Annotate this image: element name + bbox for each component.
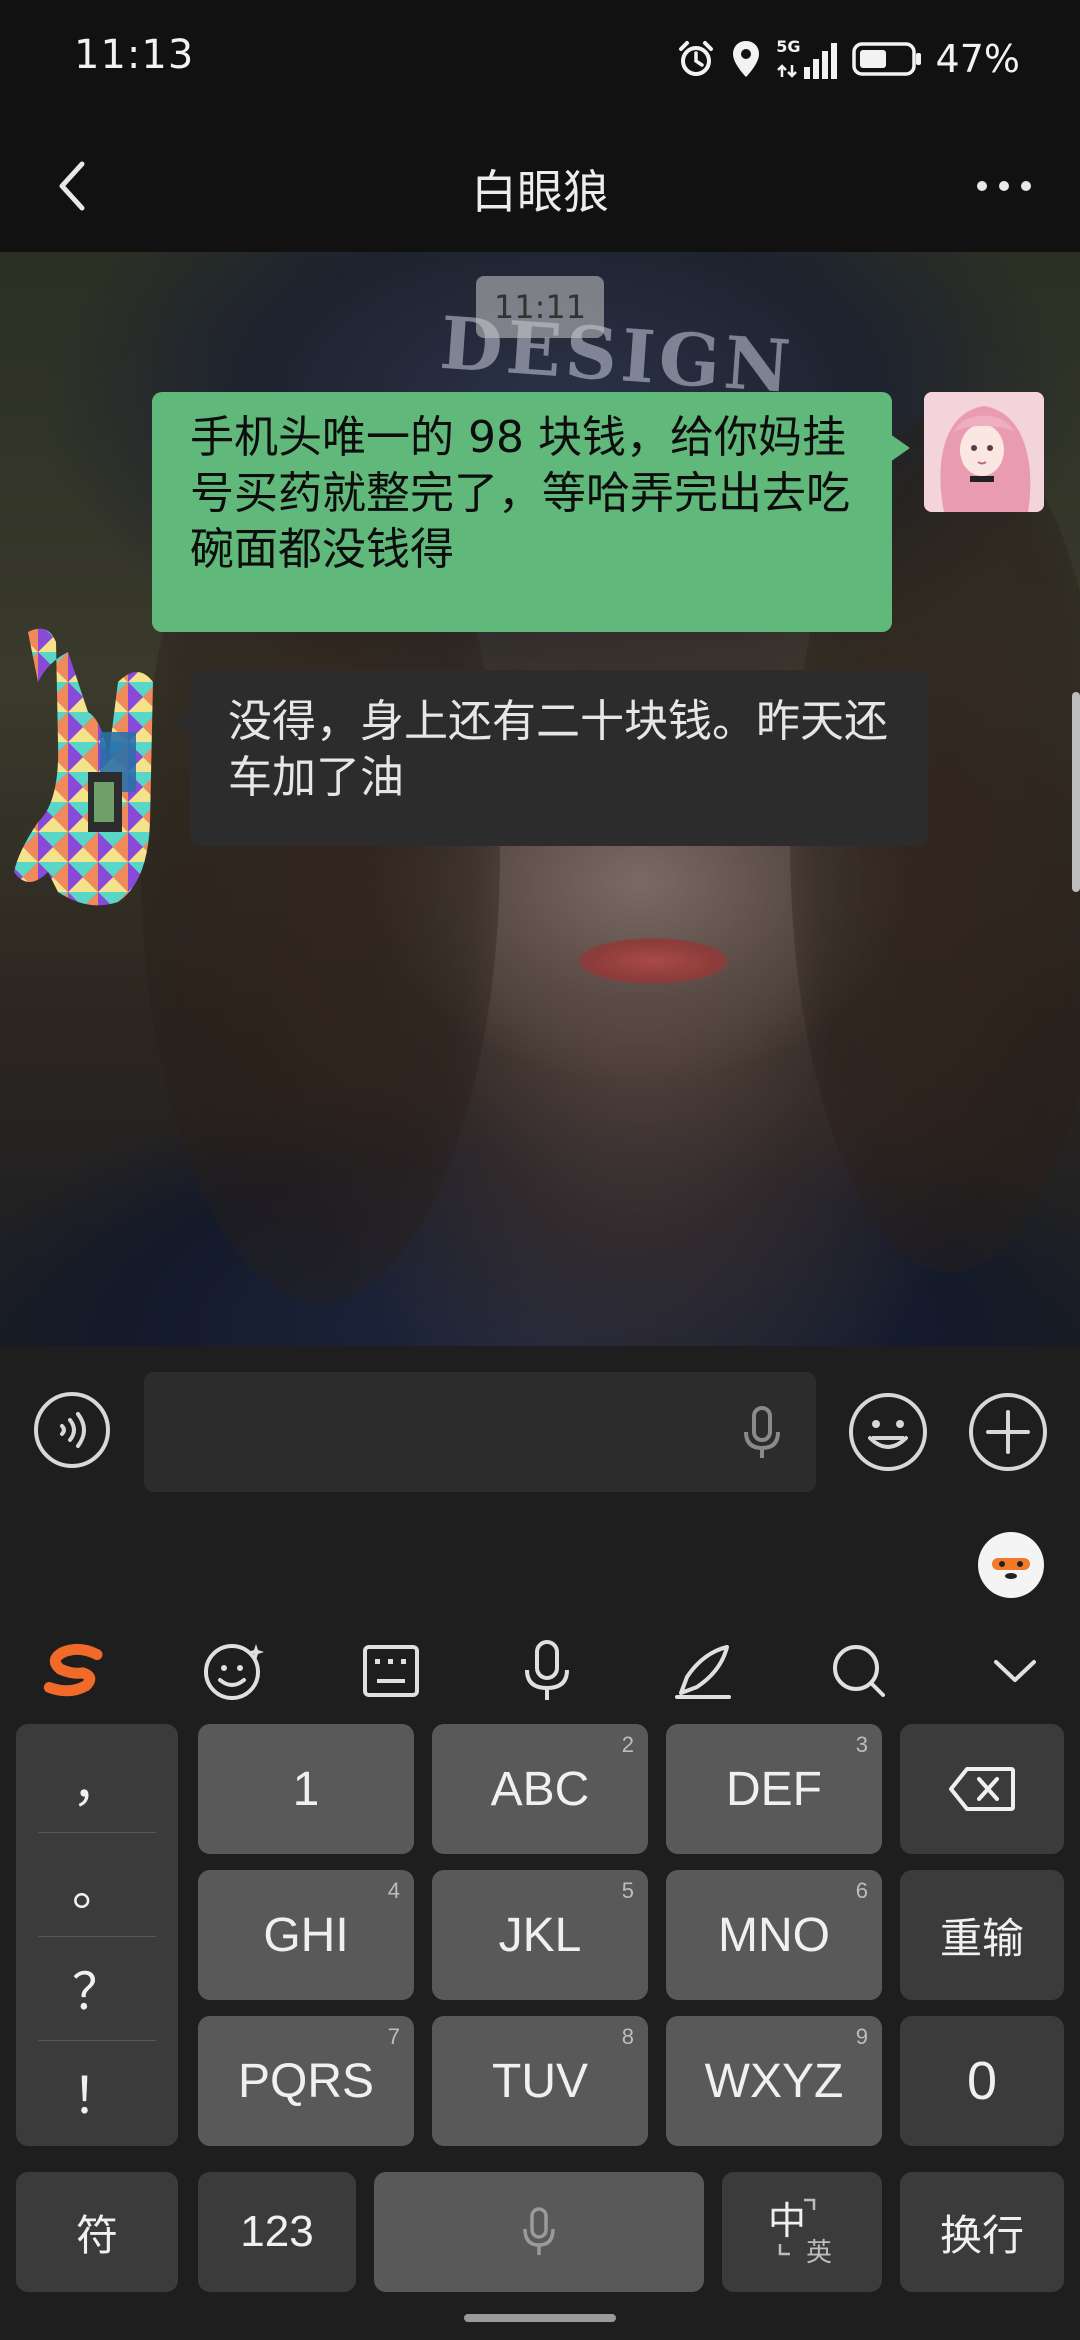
status-icons: 5G 47% (676, 34, 1020, 84)
key-label: DEF (726, 1762, 822, 1816)
chat-scrollbar[interactable] (1072, 692, 1080, 892)
key-digit-hint: 8 (621, 2024, 634, 2049)
symbol-key[interactable]: 符 (16, 2172, 178, 2292)
more-dots-icon (977, 181, 1031, 191)
key-label: 1 (292, 1762, 320, 1816)
key-jkl[interactable]: JKL 5 (432, 1870, 648, 2000)
key-label: WXYZ (704, 2054, 844, 2108)
numbers-key[interactable]: 123 (198, 2172, 356, 2292)
key-label: 0 (966, 2051, 998, 2111)
switch-corner-icon (778, 2198, 816, 2256)
key-digit-hint: 2 (621, 1732, 634, 1757)
space-key[interactable] (374, 2172, 704, 2292)
alarm-icon (679, 41, 714, 76)
key-label: GHI (263, 1908, 349, 1962)
wallpaper-lips (578, 938, 728, 984)
microphone-icon[interactable] (738, 1406, 786, 1462)
key-digit-hint: 5 (621, 1878, 634, 1903)
pen-icon (675, 1645, 731, 1699)
key-label: 重输 (939, 1914, 1024, 1962)
signal-indicator: 5G (776, 39, 837, 79)
message-input[interactable] (144, 1372, 816, 1492)
key-digit-hint: 9 (855, 2024, 868, 2049)
signal-bars-icon (803, 43, 837, 79)
punct-question-key[interactable]: ？ (38, 1936, 156, 2040)
punctuation-column: ， 。 ？ ！ (16, 1724, 178, 2146)
keyboard-mascot[interactable] (978, 1532, 1044, 1598)
key-label: ABC (490, 1762, 590, 1816)
punct-period-key[interactable]: 。 (38, 1832, 156, 1936)
search-button[interactable] (826, 1638, 892, 1704)
key-label: PQRS (237, 2054, 375, 2108)
key-pqrs[interactable]: PQRS 7 (198, 2016, 414, 2146)
battery-percent: 47% (935, 37, 1020, 81)
brand-logo-button[interactable] (42, 1638, 108, 1704)
key-abc[interactable]: ABC 2 (432, 1724, 648, 1854)
key-mno[interactable]: MNO 6 (666, 1870, 882, 2000)
home-indicator[interactable] (464, 2314, 616, 2322)
key-digit-hint: 3 (855, 1732, 868, 1757)
backspace-icon (949, 1767, 1015, 1811)
collapse-keyboard-button[interactable] (982, 1638, 1048, 1704)
plus-icon[interactable] (966, 1390, 1050, 1474)
keyboard: ， 。 ？ ！ 1 ABC 2 DEF 3 GHI 4 JKL 5 MNO 6 … (0, 1518, 1080, 2340)
colorful-pattern-avatar-image (14, 628, 153, 906)
anime-avatar-image (924, 392, 1044, 512)
key-label: 换行 (939, 2211, 1024, 2259)
key-label: JKL (498, 1908, 582, 1962)
status-time: 11:13 (74, 32, 195, 78)
keyboard-switch-button[interactable] (358, 1638, 424, 1704)
voice-input-toggle-icon[interactable] (32, 1390, 112, 1470)
key-digit-hint: 6 (855, 1878, 868, 1903)
chat-area[interactable]: DESIGN 11:11 手机头唯一的 98 块钱，给你妈挂号买药就整完了，等哈… (0, 252, 1080, 1346)
key-label: TUV (492, 2054, 588, 2108)
key-wxyz[interactable]: WXYZ 9 (666, 2016, 882, 2146)
reinput-key[interactable]: 重输 (900, 1870, 1064, 2000)
outgoing-message[interactable]: 手机头唯一的 98 块钱，给你妈挂号买药就整完了，等哈弄完出去吃碗面都没钱得 (152, 392, 910, 632)
message-timestamp: 11:11 (476, 276, 604, 338)
chat-title: 白眼狼 (471, 165, 609, 219)
enter-key[interactable]: 换行 (900, 2172, 1064, 2292)
handwriting-button[interactable] (670, 1638, 736, 1704)
search-icon (833, 1645, 885, 1697)
network-type-label: 5G (776, 37, 801, 56)
chat-header: 白眼狼 (0, 120, 1080, 252)
key-digit-hint: 7 (387, 2024, 400, 2049)
emoji-icon[interactable] (846, 1390, 930, 1474)
input-bar (0, 1346, 1080, 1518)
mascot-icon (980, 1534, 1042, 1596)
key-0[interactable]: 0 (900, 2016, 1064, 2146)
key-label: 符 (75, 2211, 118, 2259)
location-icon (733, 41, 760, 77)
key-label: MNO (718, 1908, 830, 1962)
voice-typing-button[interactable] (514, 1638, 580, 1704)
key-digit-hint: 4 (387, 1878, 400, 1903)
sparkle-smiley-icon (204, 1644, 264, 1700)
peer-avatar[interactable] (8, 622, 158, 912)
punct-exclamation-key[interactable]: ！ (38, 2040, 156, 2144)
punct-comma-key[interactable]: ， (38, 1728, 156, 1832)
emoji-panel-button[interactable] (202, 1638, 268, 1704)
language-switch-key[interactable]: 中 英 (722, 2172, 882, 2292)
status-bar: 11:13 5G 47% (0, 0, 1080, 120)
self-avatar[interactable] (924, 392, 1044, 512)
data-arrows-icon (777, 64, 798, 78)
key-label: 123 (240, 2207, 314, 2256)
key-ghi[interactable]: GHI 4 (198, 1870, 414, 2000)
more-options-button[interactable] (964, 150, 1044, 222)
battery-icon (851, 42, 921, 76)
sogou-s-logo-icon (43, 1643, 103, 1697)
key-tuv[interactable]: TUV 8 (432, 2016, 648, 2146)
keyboard-toolbar (0, 1614, 1080, 1726)
key-def[interactable]: DEF 3 (666, 1724, 882, 1854)
backspace-key[interactable] (900, 1724, 1064, 1854)
key-1[interactable]: 1 (198, 1724, 414, 1854)
keyboard-icon (363, 1645, 419, 1697)
incoming-message[interactable]: 没得，身上还有二十块钱。昨天还车加了油 (172, 670, 928, 846)
microphone-icon (523, 2207, 555, 2255)
microphone-icon (525, 1640, 569, 1700)
chevron-down-icon (994, 1660, 1036, 1682)
